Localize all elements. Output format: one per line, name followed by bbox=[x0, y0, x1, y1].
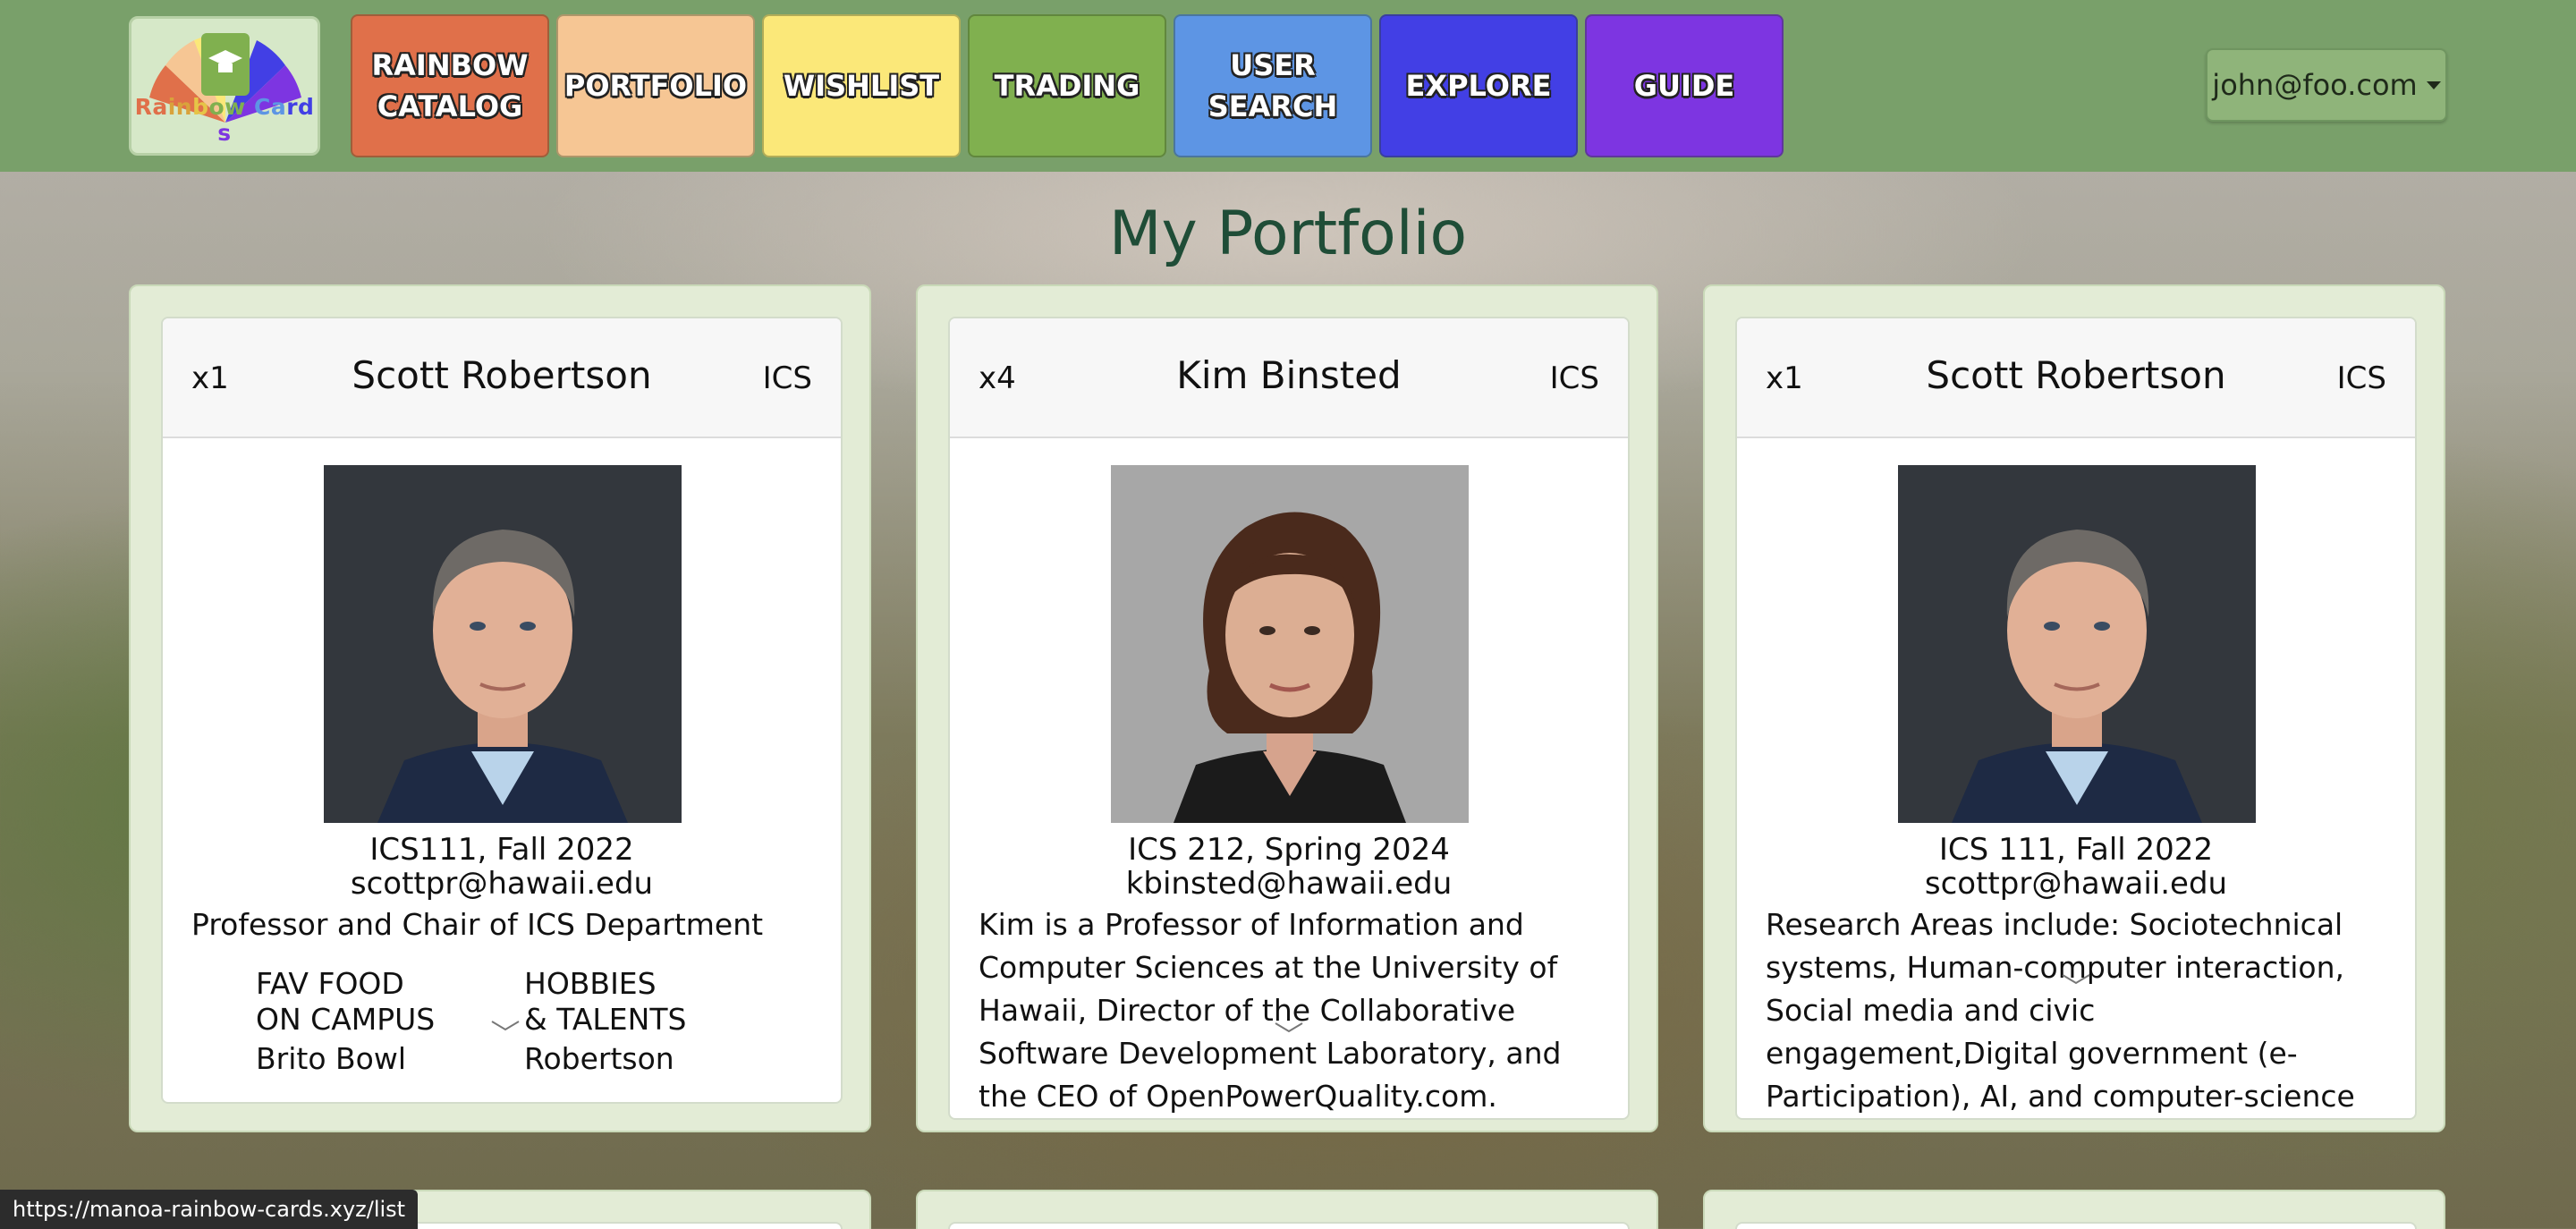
fav-food-block: FAV FOOD ON CAMPUS Brito Bowl bbox=[256, 966, 435, 1077]
card-name: Scott Robertson bbox=[352, 353, 652, 397]
navbar: Rainbow Cards RAINBOW CATALOG PORTFOLIO … bbox=[0, 0, 2576, 172]
nav-rainbow-catalog[interactable]: RAINBOW CATALOG bbox=[351, 14, 549, 157]
card-email: kbinsted@hawaii.edu bbox=[1125, 866, 1453, 902]
professor-photo bbox=[1898, 465, 2256, 823]
hobbies-block: HOBBIES & TALENTS Robertson bbox=[524, 966, 686, 1077]
user-menu-dropdown[interactable]: john@foo.com bbox=[2206, 48, 2447, 122]
fav-food-value: Brito Bowl bbox=[256, 1041, 406, 1076]
card-header: x1 Scott Robertson ICS bbox=[1737, 318, 2415, 438]
portfolio-card[interactable]: x4 Kim Binsted ICS ICS 212, Spring 2024 … bbox=[916, 284, 1658, 1132]
portfolio-card-peek[interactable] bbox=[916, 1190, 1658, 1229]
portfolio-card[interactable]: x1 Scott Robertson ICS ICS 111, Fall 202… bbox=[1703, 284, 2445, 1132]
nav-explore[interactable]: EXPLORE bbox=[1379, 14, 1578, 157]
logo-text: Rainbow Cards bbox=[134, 94, 315, 146]
card-body: x1 Scott Robertson ICS ICS111, Fall 2022… bbox=[161, 317, 843, 1104]
professor-photo bbox=[1111, 465, 1469, 823]
caret-down-icon bbox=[2426, 81, 2441, 89]
fav-food-label: FAV FOOD ON CAMPUS bbox=[256, 966, 436, 1037]
user-email: john@foo.com bbox=[2212, 68, 2418, 102]
page-title: My Portfolio bbox=[1108, 199, 1468, 269]
card-extras: FAV FOOD ON CAMPUS Brito Bowl HOBBIES & … bbox=[256, 966, 757, 1091]
chevron-down-icon[interactable] bbox=[2061, 973, 2091, 986]
card-course: ICS111, Fall 2022 bbox=[369, 832, 634, 868]
card-department: ICS bbox=[1549, 360, 1599, 396]
portfolio-card-peek[interactable] bbox=[1703, 1190, 2445, 1229]
nav-guide[interactable]: GUIDE bbox=[1585, 14, 1784, 157]
card-name: Kim Binsted bbox=[1176, 353, 1402, 397]
hobbies-label: HOBBIES & TALENTS bbox=[524, 966, 687, 1037]
card-body: x4 Kim Binsted ICS ICS 212, Spring 2024 … bbox=[948, 317, 1630, 1120]
status-bar-url: https://manoa-rainbow-cards.xyz/list bbox=[0, 1190, 419, 1229]
card-header: x1 Scott Robertson ICS bbox=[163, 318, 841, 438]
card-department: ICS bbox=[762, 360, 812, 396]
card-description: Kim is a Professor of Information and Co… bbox=[979, 907, 1562, 1114]
nav-trading[interactable]: TRADING bbox=[968, 14, 1166, 157]
card-course: ICS 111, Fall 2022 bbox=[1938, 832, 2214, 868]
card-description: Research Areas include: Sociotechnical s… bbox=[1766, 907, 2355, 1114]
card-body: x1 Scott Robertson ICS ICS 111, Fall 202… bbox=[1735, 317, 2417, 1120]
chevron-down-icon[interactable] bbox=[1274, 1021, 1304, 1034]
nav-portfolio[interactable]: PORTFOLIO bbox=[556, 14, 755, 157]
nav-wishlist[interactable]: WISHLIST bbox=[762, 14, 961, 157]
card-department: ICS bbox=[2336, 360, 2386, 396]
card-description: Professor and Chair of ICS Department bbox=[191, 907, 764, 942]
nav-user-search[interactable]: USER SEARCH bbox=[1174, 14, 1372, 157]
hobbies-value: Robertson bbox=[524, 1041, 674, 1076]
card-course: ICS 212, Spring 2024 bbox=[1128, 832, 1450, 868]
card-email: scottpr@hawaii.edu bbox=[1924, 866, 2228, 902]
portfolio-card[interactable]: x1 Scott Robertson ICS ICS111, Fall 2022… bbox=[129, 284, 871, 1132]
card-email: scottpr@hawaii.edu bbox=[350, 866, 654, 902]
logo[interactable]: Rainbow Cards bbox=[129, 16, 320, 156]
professor-photo bbox=[324, 465, 682, 823]
card-name: Scott Robertson bbox=[1926, 353, 2226, 397]
card-header: x4 Kim Binsted ICS bbox=[950, 318, 1628, 438]
chevron-down-icon[interactable] bbox=[490, 1020, 521, 1032]
